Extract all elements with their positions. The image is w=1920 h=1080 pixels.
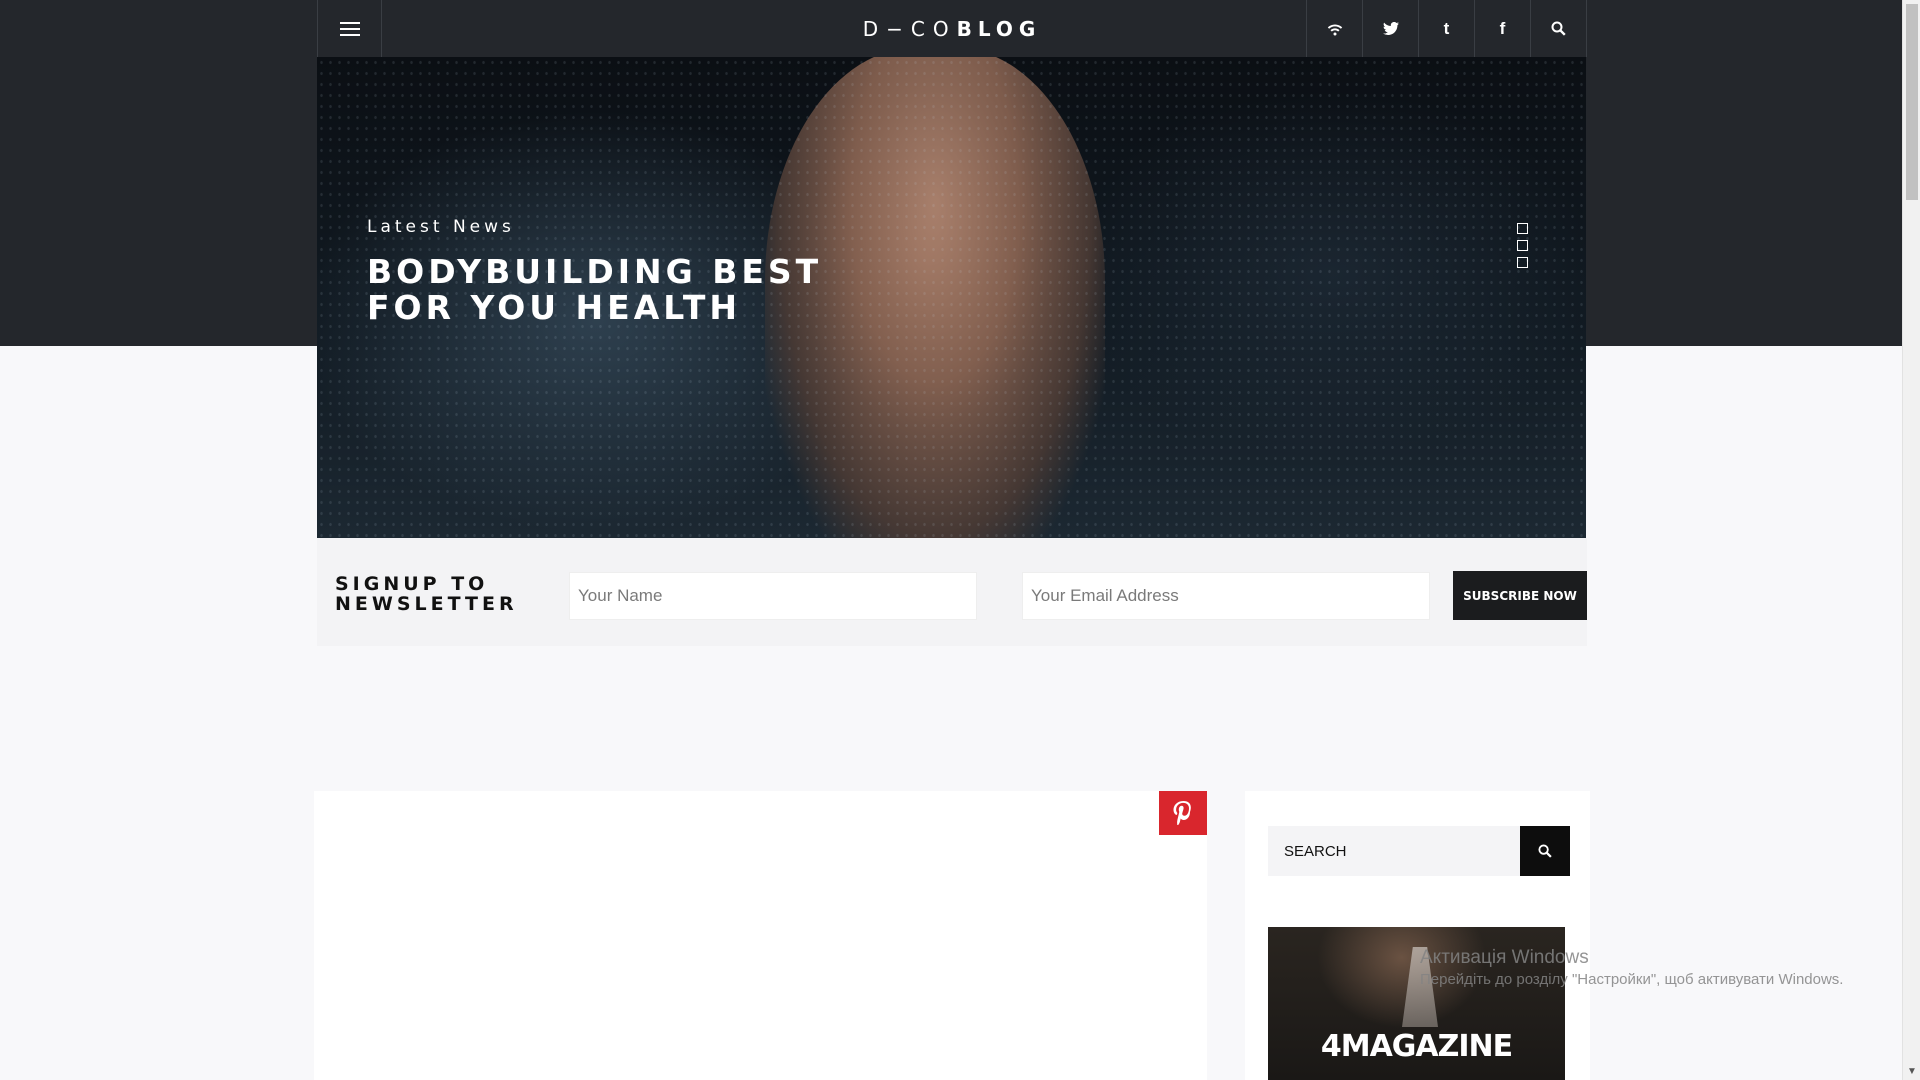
site-header: D−CO BLOG t f (317, 0, 1587, 57)
rss-icon[interactable] (1306, 0, 1362, 57)
page-scrollbar[interactable]: ▼ (1902, 0, 1920, 1080)
slider-dot[interactable] (1517, 240, 1528, 251)
newsletter-title-line-2: NEWSLETTER (335, 593, 518, 615)
sidebar-search (1268, 826, 1570, 876)
windows-activation-watermark: Активація Windows Перейдіть до розділу "… (1420, 947, 1843, 988)
search-icon (1538, 844, 1552, 858)
name-input[interactable] (569, 572, 977, 620)
slider-pagination (1517, 223, 1528, 268)
search-input[interactable] (1268, 826, 1520, 876)
slider-dot[interactable] (1517, 257, 1528, 268)
newsletter-signup: SIGNUP TO NEWSLETTER SUBSCRIBE NOW (317, 538, 1587, 646)
newsletter-title: SIGNUP TO NEWSLETTER (335, 574, 535, 614)
ad-title: 4MAGAZINE (1320, 1029, 1513, 1064)
menu-icon[interactable] (318, 0, 382, 57)
tumblr-icon[interactable]: t (1418, 0, 1474, 57)
twitter-icon[interactable] (1362, 0, 1418, 57)
hero-title-line-2: FOR YOU HEALTH (367, 288, 741, 327)
hero-title-line-1: BODYBUILDING BEST (367, 252, 823, 291)
facebook-icon[interactable]: f (1474, 0, 1530, 57)
email-input[interactable] (1022, 572, 1430, 620)
sidebar: 4MAGAZINE (1245, 791, 1590, 1080)
slider-dot[interactable] (1517, 223, 1528, 234)
article-card (314, 791, 1207, 1080)
newsletter-title-line-1: SIGNUP TO (335, 573, 489, 595)
scrollbar-thumb[interactable] (1906, 4, 1918, 200)
search-icon[interactable] (1530, 0, 1586, 57)
hero-slider[interactable]: Latest News BODYBUILDING BEST FOR YOU HE… (317, 57, 1586, 538)
logo-prefix: D−CO (862, 16, 957, 41)
search-button[interactable] (1520, 826, 1570, 876)
subscribe-button[interactable]: SUBSCRIBE NOW (1453, 571, 1587, 620)
hero-title[interactable]: BODYBUILDING BEST FOR YOU HEALTH (367, 254, 927, 326)
pinterest-icon (1173, 801, 1191, 825)
header-social-icons: t f (1306, 0, 1586, 57)
pinterest-button[interactable] (1159, 791, 1207, 835)
watermark-subtitle: Перейдіть до розділу "Настройки", щоб ак… (1420, 971, 1844, 988)
watermark-title: Активація Windows (1420, 947, 1589, 968)
hero-category[interactable]: Latest News (367, 217, 515, 237)
scroll-down-icon[interactable]: ▼ (1903, 1064, 1920, 1078)
logo-suffix: BLOG (956, 16, 1042, 41)
